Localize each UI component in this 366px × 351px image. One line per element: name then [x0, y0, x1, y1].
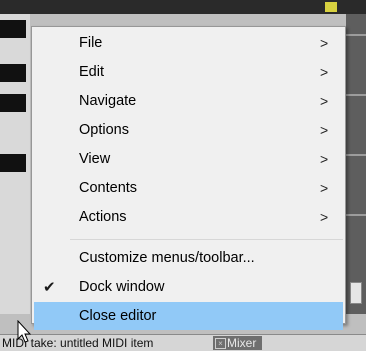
menu-item-view[interactable]: View > [34, 145, 343, 174]
chevron-right-icon: > [320, 35, 329, 51]
menu-separator [70, 239, 343, 240]
chevron-right-icon: > [320, 151, 329, 167]
menu-item-label: Navigate [79, 93, 137, 109]
mouse-cursor-icon [17, 320, 31, 343]
menu-item-navigate[interactable]: Navigate > [34, 87, 343, 116]
checkmark-icon: ✔ [43, 279, 56, 296]
status-bar: MIDI take: untitled MIDI item × Mixer [0, 334, 366, 351]
menu-item-customize[interactable]: Customize menus/toolbar... [34, 244, 343, 273]
menu-item-label: Close editor [79, 308, 157, 324]
app-left-panel [0, 14, 30, 314]
grid-line [346, 94, 366, 96]
menu-item-close-editor[interactable]: Close editor [34, 302, 343, 330]
accent-block [325, 2, 337, 12]
grid-line [346, 154, 366, 156]
app-top-strip [0, 0, 366, 14]
menu-item-label: View [79, 151, 111, 167]
mixer-tab-label: Mixer [227, 336, 257, 350]
chevron-right-icon: > [320, 209, 329, 225]
app-right-panel [346, 14, 366, 314]
menu-item-edit[interactable]: Edit > [34, 58, 343, 87]
mixer-tab[interactable]: × Mixer [213, 336, 263, 350]
track-block [0, 20, 26, 38]
menu-item-label: Actions [79, 209, 127, 225]
track-block [0, 154, 26, 172]
menu-item-label: File [79, 35, 103, 51]
scroll-handle[interactable] [350, 282, 362, 304]
menu-item-dock-window[interactable]: ✔ Dock window [34, 273, 343, 302]
menu-item-file[interactable]: File > [34, 29, 343, 58]
context-menu: File > Edit > Navigate > Options > View … [31, 26, 346, 330]
menu-item-label: Dock window [79, 279, 165, 295]
chevron-right-icon: > [320, 122, 329, 138]
track-block [0, 64, 26, 82]
menu-item-label: Options [79, 122, 129, 138]
menu-item-label: Edit [79, 64, 104, 80]
menu-item-label: Contents [79, 180, 138, 196]
menu-item-contents[interactable]: Contents > [34, 174, 343, 203]
chevron-right-icon: > [320, 93, 329, 109]
track-block [0, 94, 26, 112]
chevron-right-icon: > [320, 180, 329, 196]
chevron-right-icon: > [320, 64, 329, 80]
menu-item-options[interactable]: Options > [34, 116, 343, 145]
grid-line [346, 214, 366, 216]
menu-item-actions[interactable]: Actions > [34, 203, 343, 232]
menu-item-label: Customize menus/toolbar... [79, 250, 255, 266]
close-icon[interactable]: × [215, 338, 226, 349]
grid-line [346, 34, 366, 36]
